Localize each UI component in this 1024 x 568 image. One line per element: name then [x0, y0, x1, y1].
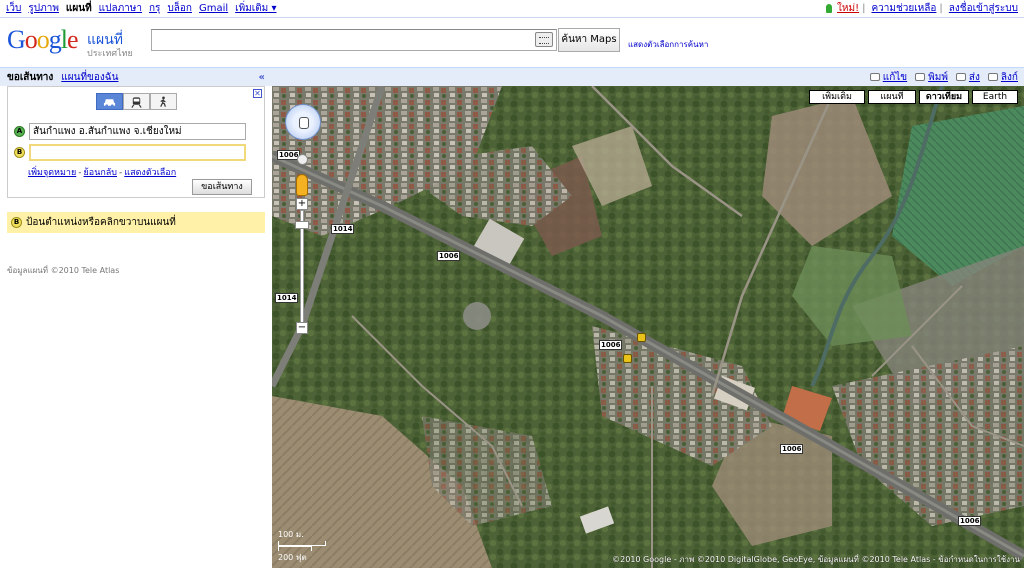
satellite-map[interactable]: 1006 1014 1006 1014 1006 1006 1006 เพิ่ม… — [272, 86, 1024, 568]
waypoint-a-row: A สันกำแพง อ.สันกำแพง จ.เชียงใหม่ — [14, 122, 246, 140]
nav-link-images[interactable]: รูปภาพ — [28, 1, 59, 16]
search-input[interactable] — [151, 29, 557, 51]
satellite-imagery — [272, 86, 1024, 568]
road-shield: 1014 — [331, 224, 355, 234]
edit-icon — [869, 73, 880, 81]
envelope-icon — [955, 73, 966, 81]
waypoint-b-row: B — [14, 143, 246, 161]
search-maps-button[interactable]: ค้นหา Maps — [558, 28, 620, 52]
scale-metric-label: 100 ม. — [278, 530, 304, 539]
poi-marker-icon[interactable] — [637, 333, 646, 342]
sign-in-link[interactable]: ลงชื่อเข้าสู่ระบบ — [949, 1, 1018, 16]
keyboard-icon[interactable] — [535, 32, 553, 47]
logo-country-label: ประเทศไทย — [87, 49, 133, 59]
map-type-more-button[interactable]: เพิ่มเติม — [809, 90, 865, 104]
marker-a-icon: A — [14, 125, 25, 137]
road-shield: 1006 — [599, 340, 623, 350]
nav-link-translate[interactable]: แปลภาษา — [99, 1, 142, 16]
reverse-link[interactable]: ย้อนกลับ — [84, 168, 118, 178]
show-options-link[interactable]: แสดงตัวเลือก — [124, 168, 176, 178]
top-right-links: ใหม่! | ความช่วยเหลือ | ลงชื่อเข้าสู่ระบ… — [823, 1, 1018, 16]
road-shield: 1014 — [275, 293, 299, 303]
panel-tabs: ขอเส้นทาง แผนที่ของฉัน « — [0, 67, 272, 86]
map-data-attribution: ข้อมูลแผนที่ ©2010 Tele Atlas — [7, 266, 120, 275]
nav-link-gmail[interactable]: Gmail — [199, 3, 228, 14]
travel-mode-selector — [96, 93, 177, 110]
destination-hint: B ป้อนตำแหน่งหรือคลิกขวาบนแผนที่ — [7, 212, 265, 233]
printer-icon — [915, 73, 926, 81]
destination-input[interactable] — [29, 143, 246, 161]
zoom-in-button[interactable]: + — [296, 198, 308, 210]
top-navigation-bar: เว็บ รูปภาพ แผนที่ แปลภาษา กรุ บล็อก Gma… — [0, 0, 1024, 18]
google-logo[interactable]: Google — [7, 25, 79, 55]
train-icon — [131, 96, 142, 108]
scale-imperial-label: 200 ฟุต — [278, 553, 307, 562]
search-options-link[interactable]: แสดงตัวเลือกการค้นหา — [628, 38, 708, 51]
new-features-link[interactable]: ใหม่! — [837, 1, 859, 16]
hand-icon — [299, 117, 309, 129]
directions-links: เพิ่มจุดหมาย - ย้อนกลับ - แสดงตัวเลือก — [28, 168, 177, 178]
nav-link-groups[interactable]: กรุ — [149, 1, 160, 16]
car-icon — [103, 98, 116, 107]
chain-link-icon — [987, 73, 998, 81]
road-shield: 1006 — [780, 444, 804, 454]
recenter-button[interactable] — [297, 154, 308, 165]
separator: | — [862, 3, 866, 14]
tab-directions[interactable]: ขอเส้นทาง — [7, 70, 53, 85]
map-toolbar: แก้ไข พิมพ์ ส่ง ลิงก์ — [272, 67, 1024, 86]
map-scale: 100 ม. 200 ฟุต — [278, 528, 326, 564]
map-type-satellite-button[interactable]: ดาวเทียม — [919, 90, 969, 104]
edit-link[interactable]: แก้ไข — [869, 70, 907, 85]
send-link[interactable]: ส่ง — [955, 70, 980, 85]
link-link[interactable]: ลิงก์ — [987, 70, 1018, 85]
map-type-selector: เพิ่มเติม แผนที่ ดาวเทียม Earth — [806, 90, 1018, 104]
street-view-pegman-icon[interactable] — [296, 174, 308, 196]
separator: | — [939, 3, 943, 14]
get-directions-button[interactable]: ขอเส้นทาง — [192, 179, 252, 195]
walking-mode-button[interactable] — [150, 93, 177, 110]
start-location-input[interactable]: สันกำแพง อ.สันกำแพง จ.เชียงใหม่ — [29, 122, 246, 140]
directions-form: ✕ A สันกำแพง อ.สันกำแพง จ.เชียงใหม่ B เพ… — [7, 86, 265, 198]
nav-link-more[interactable]: เพิ่มเติม ▾ — [235, 1, 276, 16]
page-header: Google แผนที่ ประเทศไทย ค้นหา Maps แสดงต… — [0, 19, 1024, 65]
zoom-out-button[interactable]: − — [296, 322, 308, 334]
map-type-map-button[interactable]: แผนที่ — [868, 90, 916, 104]
poi-marker-icon[interactable] — [623, 354, 632, 363]
print-link[interactable]: พิมพ์ — [915, 70, 948, 85]
map-type-earth-button[interactable]: Earth — [972, 90, 1018, 104]
driving-mode-button[interactable] — [96, 93, 123, 110]
map-copyright: ©2010 Google - ภาพ ©2010 DigitalGlobe, G… — [612, 555, 1020, 564]
help-link[interactable]: ความช่วยเหลือ — [871, 1, 936, 16]
close-icon[interactable]: ✕ — [253, 89, 262, 98]
road-shield: 1006 — [958, 516, 982, 526]
collapse-panel-icon[interactable]: « — [259, 72, 265, 83]
tab-my-maps[interactable]: แผนที่ของฉัน — [61, 70, 118, 85]
add-destination-link[interactable]: เพิ่มจุดหมาย — [28, 168, 76, 178]
transit-mode-button[interactable] — [123, 93, 150, 110]
hint-text: ป้อนตำแหน่งหรือคลิกขวาบนแผนที่ — [26, 217, 176, 228]
labs-flask-icon — [826, 4, 833, 13]
marker-b-icon: B — [14, 146, 25, 158]
nav-link-maps[interactable]: แผนที่ — [66, 1, 92, 16]
pan-control[interactable] — [285, 104, 321, 140]
nav-link-web[interactable]: เว็บ — [6, 1, 21, 16]
nav-link-blogger[interactable]: บล็อก — [167, 1, 192, 16]
walking-icon — [160, 96, 166, 107]
road-shield: 1006 — [437, 251, 461, 261]
marker-b-icon: B — [11, 217, 22, 228]
zoom-slider-thumb[interactable] — [295, 221, 309, 229]
